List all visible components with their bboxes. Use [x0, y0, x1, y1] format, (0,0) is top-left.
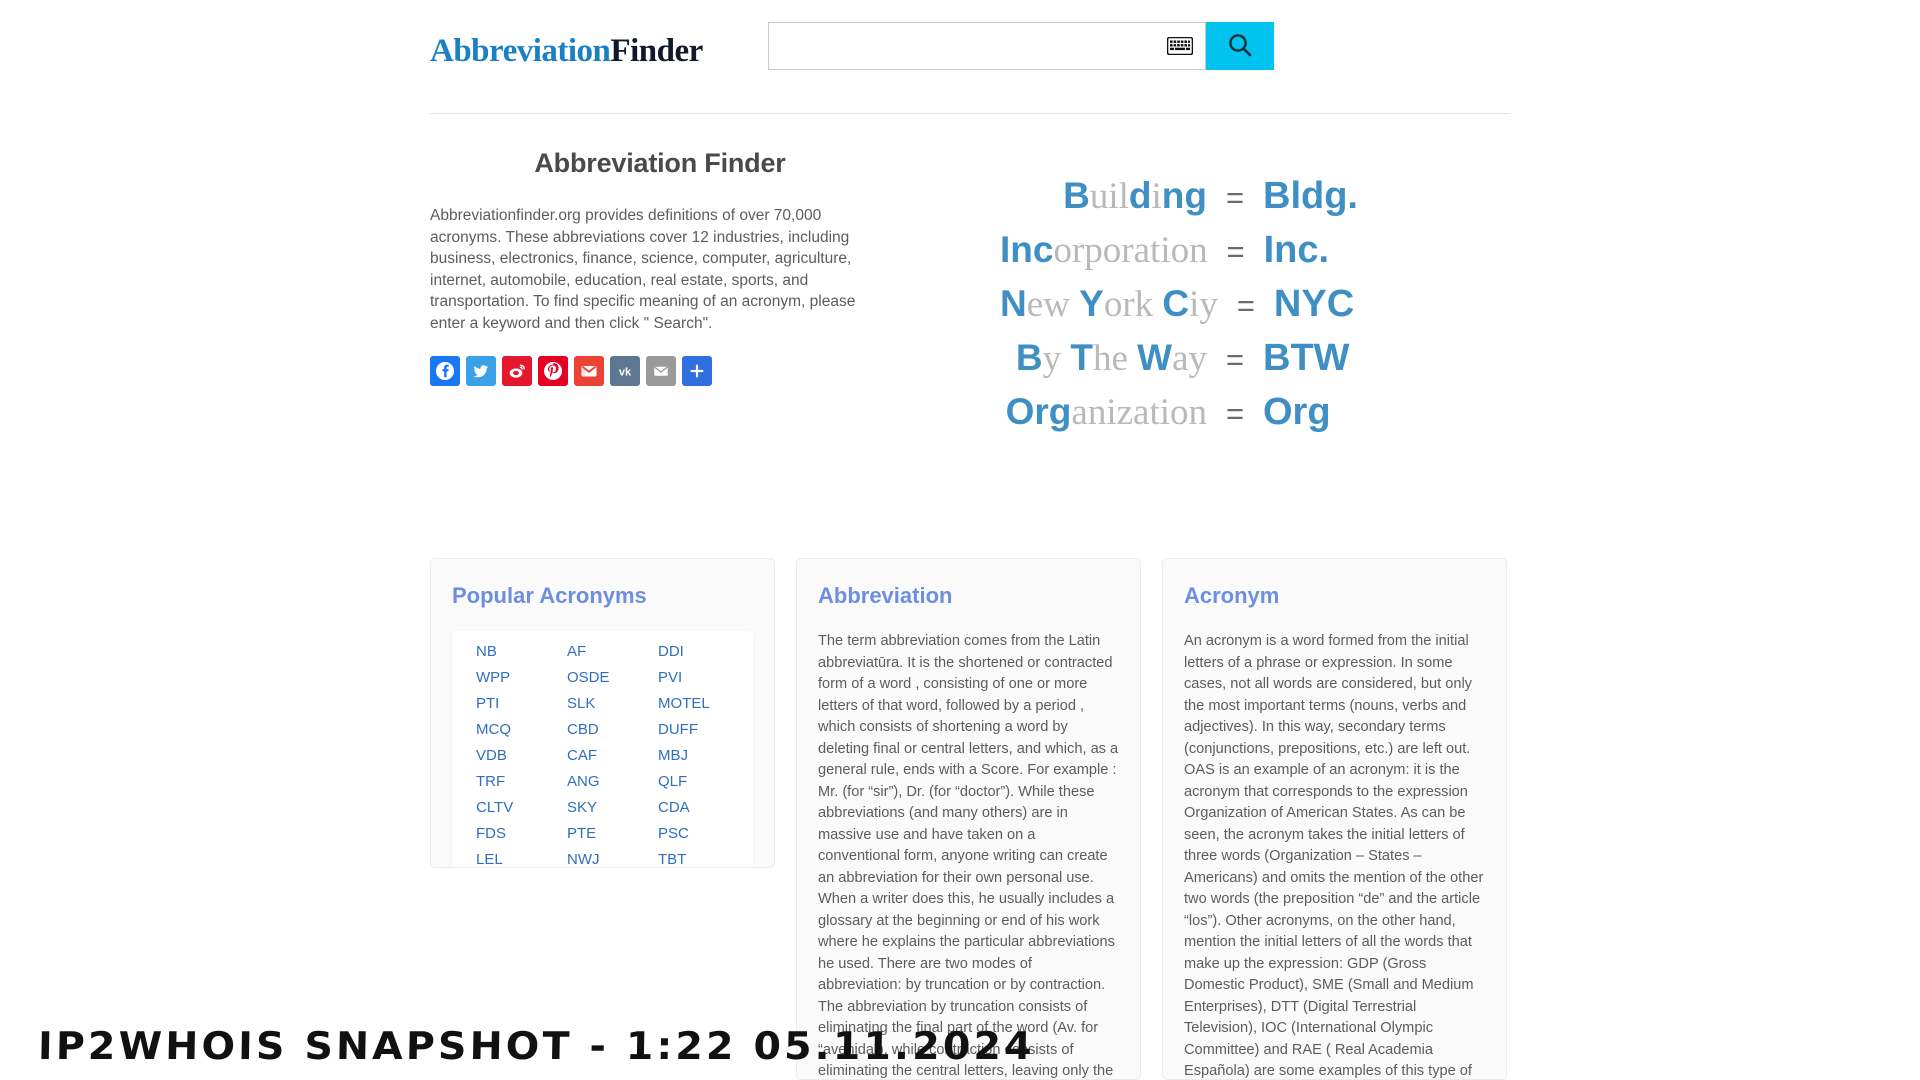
- acronym-link[interactable]: QLF: [658, 773, 743, 790]
- acronym-link[interactable]: SLK: [567, 695, 652, 712]
- watermark-text: IP2WHOIS SNAPSHOT - 1:22 05.11.2024: [37, 1024, 1036, 1068]
- acronym-link[interactable]: WPP: [476, 669, 561, 686]
- site-header: AbbreviationFinder: [0, 0, 1920, 114]
- acronym-link[interactable]: OSDE: [567, 669, 652, 686]
- site-logo[interactable]: AbbreviationFinder: [430, 33, 703, 70]
- page-root: AbbreviationFinder Abbreviation Finder A…: [0, 0, 1920, 1080]
- hero-examples: Building = Bldg. Incorporation = Inc. Ne…: [1000, 175, 1470, 445]
- page-title: Abbreviation Finder: [534, 148, 786, 178]
- svg-text:vk: vk: [619, 367, 632, 379]
- share-facebook-icon[interactable]: [430, 356, 460, 386]
- hero-equals: =: [1225, 396, 1245, 431]
- content-panels: Popular Acronyms NB AF DDI WPP OSDE PVI PTI SLK…: [430, 558, 1507, 1080]
- hero-row: New York Ciy = NYC: [1000, 283, 1470, 326]
- acronym-body: An acronym is a word formed from the ini…: [1184, 633, 1484, 1079]
- hero-equals: =: [1226, 234, 1245, 269]
- logo-primary-text: Abbreviation: [430, 33, 611, 69]
- hero-short-form: NYC: [1273, 283, 1355, 325]
- keyboard-icon[interactable]: [1167, 37, 1193, 55]
- share-pinterest-icon[interactable]: [538, 356, 568, 386]
- acronym-link[interactable]: TRF: [476, 773, 561, 790]
- acronym-link[interactable]: MOTEL: [658, 695, 743, 712]
- search-input[interactable]: [769, 23, 1205, 69]
- hero-row: Incorporation = Inc.: [1000, 229, 1470, 272]
- hero-row: By The Way = BTW: [1000, 337, 1470, 380]
- acronym-link[interactable]: MBJ: [658, 747, 743, 764]
- acronym-link[interactable]: NWJ: [567, 851, 652, 867]
- panel-title-abbreviation: Abbreviation: [818, 583, 953, 608]
- share-weibo-icon[interactable]: [502, 356, 532, 386]
- popular-acronyms-card: NB AF DDI WPP OSDE PVI PTI SLK MOTEL MCQ CBD DUFF VD…: [452, 631, 753, 867]
- search-icon: [1226, 31, 1254, 62]
- acronym-link[interactable]: AF: [567, 643, 652, 660]
- header-divider: [430, 113, 1510, 114]
- acronym-link[interactable]: DUFF: [658, 721, 743, 738]
- acronym-link[interactable]: PTI: [476, 695, 561, 712]
- intro-paragraph: Abbreviationfinder.org provides definiti…: [430, 207, 856, 332]
- acronym-link[interactable]: VDB: [476, 747, 561, 764]
- share-vk-icon[interactable]: vk: [610, 356, 640, 386]
- panel-title-acronym: Acronym: [1184, 583, 1280, 608]
- hero-long-form: New York Ciy: [1000, 283, 1218, 325]
- acronym-link[interactable]: TBT: [658, 851, 743, 867]
- acronym-link[interactable]: SKY: [567, 799, 652, 816]
- hero-long-form: By The Way: [1015, 337, 1207, 379]
- share-email-icon[interactable]: [646, 356, 676, 386]
- hero-row: Building = Bldg.: [1000, 175, 1470, 218]
- acronym-link[interactable]: CLTV: [476, 799, 561, 816]
- hero-equals: =: [1236, 288, 1255, 323]
- hero-long-form: Organization: [1005, 391, 1207, 433]
- acronym-link[interactable]: DDI: [658, 643, 743, 660]
- search-input-container[interactable]: [768, 22, 1206, 70]
- acronym-link[interactable]: CDA: [658, 799, 743, 816]
- acronym-link[interactable]: LEL: [476, 851, 561, 867]
- acronym-link[interactable]: CAF: [567, 747, 652, 764]
- social-share-bar: vk: [430, 356, 712, 386]
- hero-short-form: BTW: [1263, 337, 1350, 379]
- hero-long-form: Building: [1063, 175, 1207, 217]
- hero-short-form: Bldg.: [1263, 175, 1358, 217]
- acronym-link[interactable]: PTE: [567, 825, 652, 842]
- hero-equals: =: [1225, 342, 1245, 377]
- acronym-link[interactable]: MCQ: [476, 721, 561, 738]
- hero-short-form: Inc.: [1263, 229, 1330, 271]
- share-more-icon[interactable]: [682, 356, 712, 386]
- acronym-link[interactable]: FDS: [476, 825, 561, 842]
- popular-acronyms-grid: NB AF DDI WPP OSDE PVI PTI SLK MOTEL MCQ CBD DUFF VD…: [476, 643, 743, 867]
- acronym-link[interactable]: NB: [476, 643, 561, 660]
- hero-short-form: Org: [1263, 391, 1331, 433]
- share-twitter-icon[interactable]: [466, 356, 496, 386]
- panel-acronym: Acronym An acronym is a word formed from…: [1162, 558, 1507, 1080]
- intro-section: Abbreviation Finder Abbreviationfinder.o…: [430, 148, 890, 334]
- panel-title-popular: Popular Acronyms: [452, 583, 647, 608]
- search-form: [768, 22, 1274, 70]
- search-button[interactable]: [1206, 22, 1274, 70]
- acronym-link[interactable]: CBD: [567, 721, 652, 738]
- acronym-link[interactable]: PVI: [658, 669, 743, 686]
- logo-secondary-text: Finder: [610, 33, 703, 69]
- panel-popular-acronyms: Popular Acronyms NB AF DDI WPP OSDE PVI PTI SLK…: [430, 558, 775, 868]
- hero-equals: =: [1225, 180, 1245, 215]
- panel-abbreviation: Abbreviation The term abbreviation comes…: [796, 558, 1141, 1080]
- acronym-link[interactable]: PSC: [658, 825, 743, 842]
- abbreviation-body: The term abbreviation comes from the Lat…: [818, 633, 1119, 1079]
- hero-long-form: Incorporation: [1000, 229, 1208, 271]
- hero-row: Organization = Org: [1000, 391, 1470, 434]
- acronym-link[interactable]: ANG: [567, 773, 652, 790]
- share-gmail-icon[interactable]: [574, 356, 604, 386]
